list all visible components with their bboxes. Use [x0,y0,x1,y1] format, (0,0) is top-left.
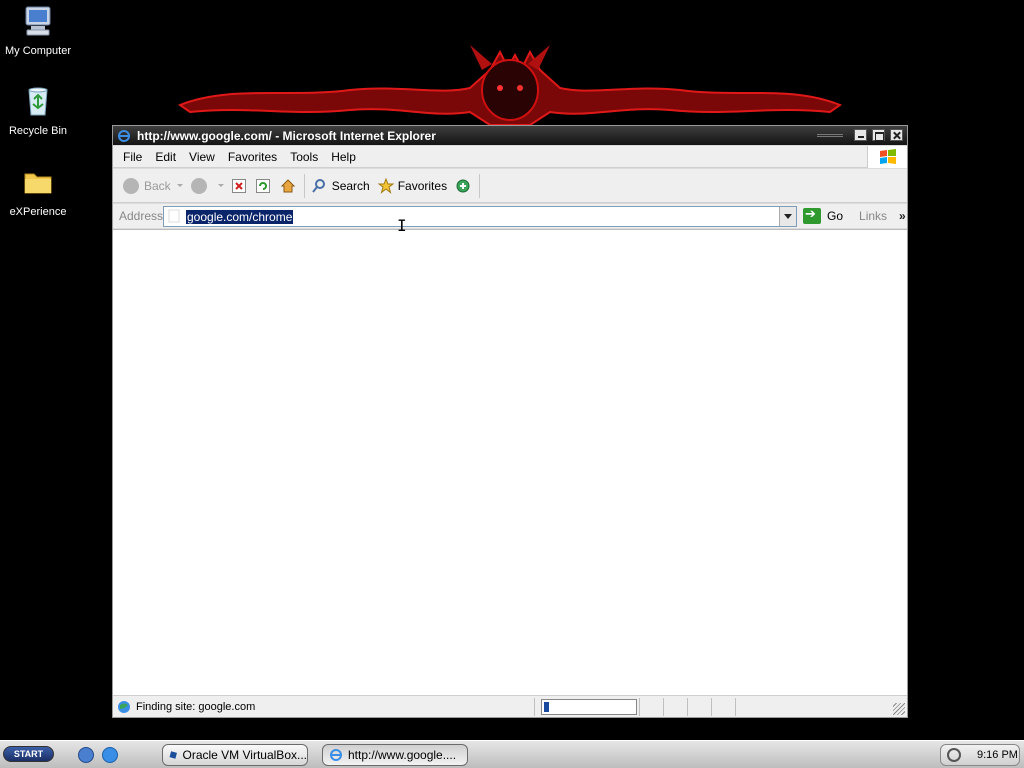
desktop-icon-my-computer[interactable]: My Computer [0,4,76,57]
address-dropdown-button[interactable] [779,206,796,226]
ie-window: http://www.google.com/ - Microsoft Inter… [112,125,908,718]
menu-favorites[interactable]: Favorites [228,150,277,164]
page-content[interactable]: I [113,216,907,695]
menu-help[interactable]: Help [331,150,356,164]
refresh-icon[interactable] [255,178,270,193]
virtualbox-icon [169,751,177,759]
task-ie[interactable]: http://www.google.... [322,744,468,766]
taskbar: START Oracle VM VirtualBox... http://www… [0,740,1024,768]
show-desktop-icon[interactable] [78,747,94,763]
wallpaper-demon [177,45,843,126]
status-pane [711,697,735,716]
ie-icon [330,749,342,761]
text-cursor-icon: I [397,216,407,235]
computer-icon [25,6,51,36]
status-divider [534,697,535,716]
status-pane [735,697,759,716]
back-dropdown-icon[interactable] [176,184,183,187]
home-button[interactable] [280,174,296,198]
menu-view[interactable]: View [189,150,215,164]
address-bar: Address google.com/chrome Go Links » [113,204,907,228]
system-tray: 9:16 PM [940,744,1020,766]
menu-edit[interactable]: Edit [155,150,176,164]
stop-icon[interactable] [231,178,246,193]
media-button[interactable] [455,174,471,198]
menu-tools[interactable]: Tools [290,150,318,164]
forward-button[interactable] [190,174,224,198]
minimize-button[interactable] [854,129,867,141]
start-button[interactable]: START [3,746,54,762]
task-virtualbox[interactable]: Oracle VM VirtualBox... [162,744,308,766]
task-label: http://www.google.... [348,748,457,762]
back-label: Back [144,178,171,193]
back-arrow-icon [123,177,139,194]
favorites-star-icon [377,177,394,194]
maximize-button[interactable] [872,129,885,141]
forward-arrow-icon [190,177,207,194]
toolbar-separator [303,173,305,198]
window-titlebar[interactable]: http://www.google.com/ - Microsoft Inter… [113,126,907,145]
folder-icon [24,173,52,194]
status-pane [639,697,663,716]
desktop-icon-recycle-bin[interactable]: Recycle Bin [0,84,76,137]
search-icon [311,178,325,193]
favorites-label: Favorites [397,178,448,193]
forward-dropdown-icon[interactable] [217,184,224,187]
links-button[interactable]: Links [859,209,887,223]
address-input-selected-text[interactable]: google.com/chrome [186,209,294,224]
status-pane [687,697,711,716]
task-label: Oracle VM VirtualBox... [182,748,308,762]
menu-bar: File Edit View Favorites Tools Help [113,146,907,168]
ie-quicklaunch-icon[interactable] [102,747,118,763]
desktop-icon-label: Recycle Bin [8,125,68,137]
go-button[interactable]: Go [803,207,844,224]
clock[interactable]: 9:16 PM [977,749,1018,761]
media-icon [456,179,470,192]
search-button[interactable]: Search [311,174,370,198]
status-bar: Finding site: google.com [113,695,907,717]
loading-globe-icon [118,700,130,713]
go-arrow-icon [803,207,821,224]
recycle-bin-icon [28,87,48,116]
tray-clock-icon[interactable] [947,748,961,762]
go-label: Go [827,209,844,223]
favorites-button[interactable]: Favorites [377,174,448,198]
progress-fill [544,701,549,712]
progress-bar [541,698,637,715]
desktop-icon-experience[interactable]: eXPerience [0,165,76,218]
home-icon [280,178,295,192]
desktop-icon-label: eXPerience [9,206,67,218]
standard-toolbar: Back Search Favorites [113,169,907,203]
status-text: Finding site: google.com [136,700,256,713]
close-button[interactable] [890,129,903,141]
links-chevron-icon[interactable]: » [899,209,906,223]
resize-grip[interactable] [893,703,905,715]
desktop-icon-label: My Computer [4,45,72,57]
status-pane [663,697,687,716]
back-button[interactable]: Back [123,174,183,198]
menu-file[interactable]: File [123,150,142,164]
page-icon [168,209,180,223]
ie-icon [118,129,130,142]
windows-logo-icon [867,146,907,168]
window-title: http://www.google.com/ - Microsoft Inter… [137,128,436,143]
address-label: Address [119,209,164,223]
toolbar-separator [479,173,481,198]
titlebar-grip [817,134,843,137]
search-label: Search [331,178,370,193]
address-field[interactable]: google.com/chrome [163,205,797,227]
